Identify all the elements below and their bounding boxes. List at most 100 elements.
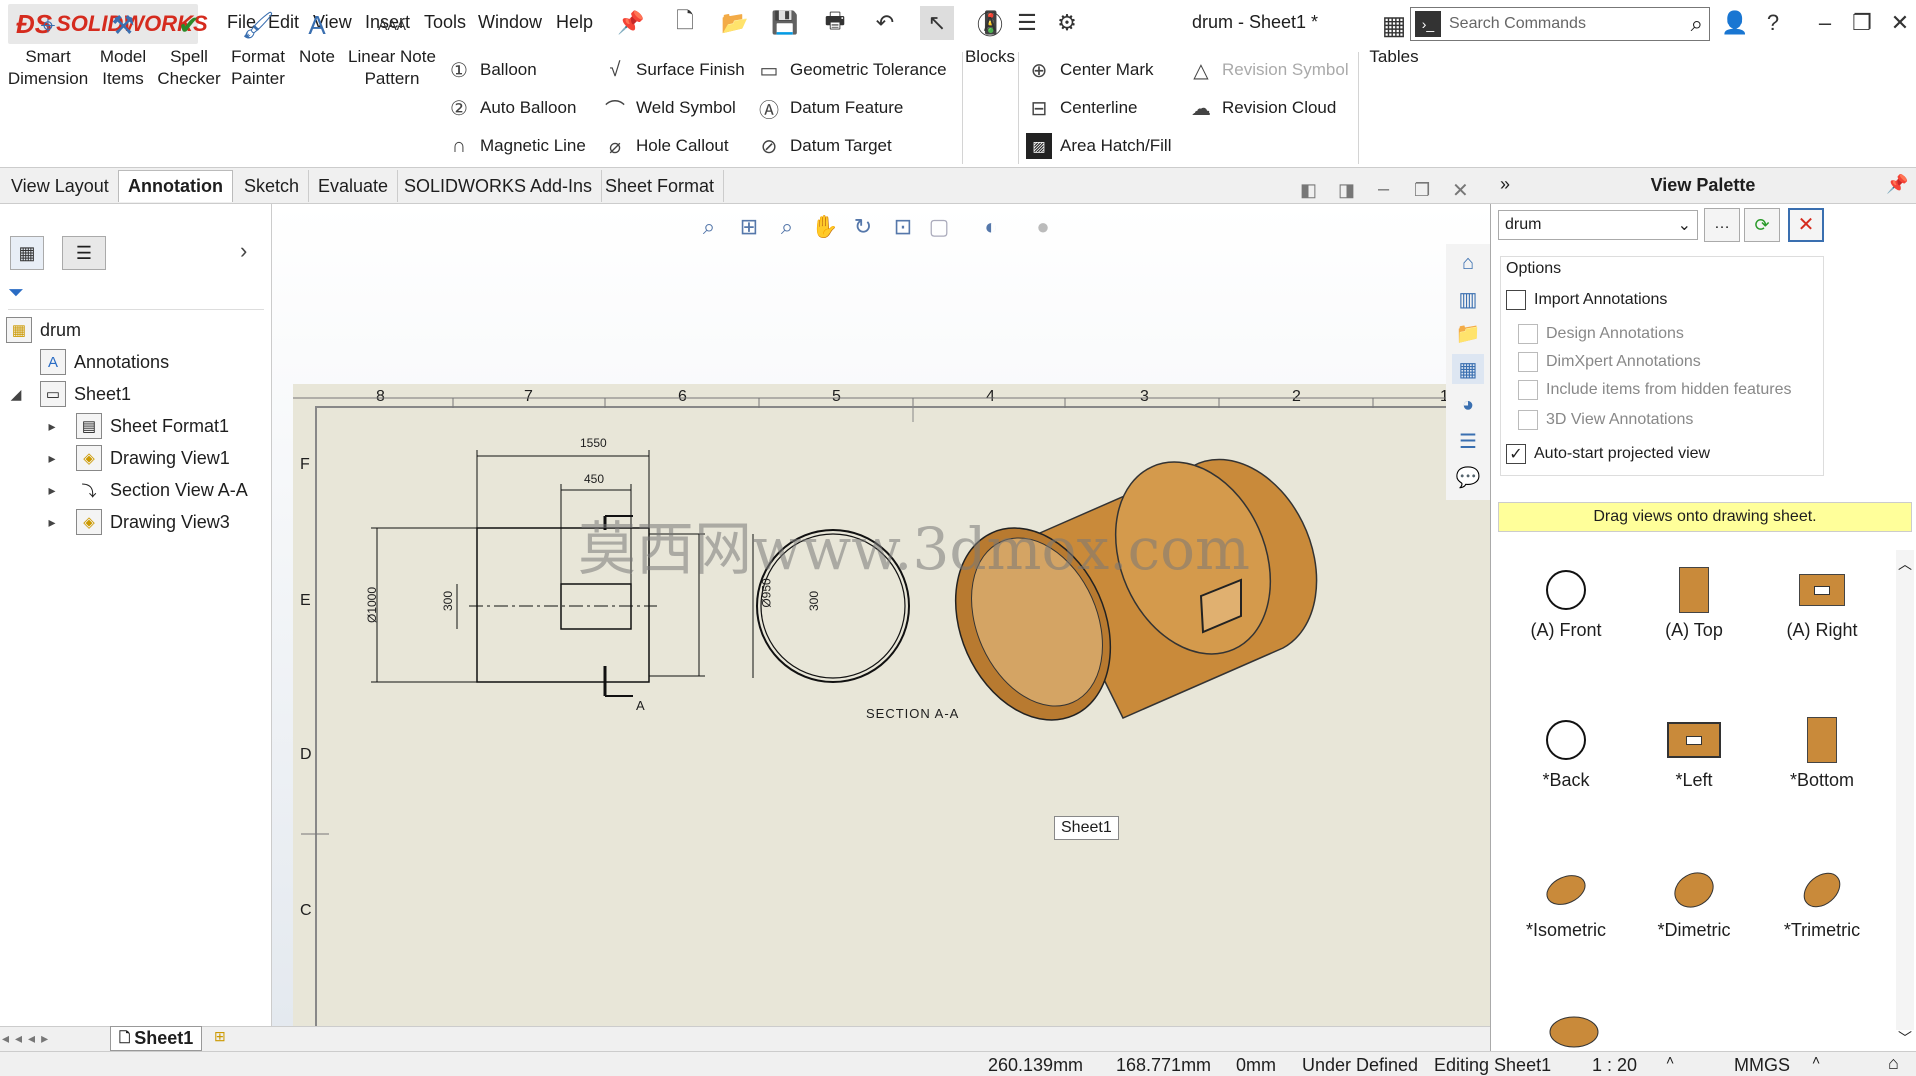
- pin-icon[interactable]: 📌: [614, 6, 648, 40]
- design-library-icon[interactable]: ▥: [1452, 284, 1484, 314]
- expand-arrow-icon[interactable]: ▸: [42, 482, 62, 499]
- dim-300-section[interactable]: 300: [807, 591, 821, 611]
- chevron-right-icon[interactable]: ›: [240, 238, 247, 264]
- spell-checker-button[interactable]: ✔ Spell Checker: [156, 8, 222, 118]
- palette-view-right[interactable]: (A) Right: [1762, 560, 1882, 641]
- search-commands[interactable]: ›_ Search Commands ⌕: [1410, 7, 1710, 41]
- tree-item-drawing-view1[interactable]: ▸ ◈ Drawing View1: [42, 442, 230, 474]
- palette-scrollbar[interactable]: [1896, 550, 1914, 1030]
- file-properties-icon[interactable]: ☰: [1010, 6, 1044, 40]
- palette-view-front[interactable]: (A) Front: [1506, 560, 1626, 641]
- display-style-icon[interactable]: ▢: [924, 212, 954, 242]
- tree-item-section-view[interactable]: ▸ ⤵ Section View A-A: [42, 474, 247, 506]
- section-arrow-label[interactable]: A: [636, 698, 645, 713]
- center-mark-button[interactable]: ⊕ Center Mark: [1026, 55, 1154, 85]
- close-icon[interactable]: ✕: [1885, 8, 1915, 38]
- pan-icon[interactable]: ✋: [810, 212, 840, 242]
- rotate-icon[interactable]: ↻: [848, 212, 878, 242]
- datum-feature-button[interactable]: Ⓐ Datum Feature: [756, 93, 903, 123]
- palette-view-left[interactable]: *Left: [1634, 710, 1754, 791]
- doc-close-icon[interactable]: ✕: [1452, 178, 1469, 203]
- forum-icon[interactable]: 💬: [1452, 462, 1484, 492]
- custom-properties-icon[interactable]: ☰: [1452, 426, 1484, 456]
- browse-button[interactable]: …: [1704, 208, 1740, 242]
- open-icon[interactable]: 📂: [718, 6, 752, 40]
- centerline-button[interactable]: ⊟ Centerline: [1026, 93, 1138, 123]
- tile-right-icon[interactable]: ◨: [1338, 180, 1355, 201]
- expand-arrow-icon[interactable]: ▸: [42, 514, 62, 531]
- auto-start-checkbox[interactable]: ✓ Auto-start projected view: [1506, 444, 1710, 464]
- minimize-icon[interactable]: –: [1810, 8, 1840, 38]
- collapse-arrow-icon[interactable]: ◢: [6, 386, 26, 403]
- area-hatch-button[interactable]: ▨ Area Hatch/Fill: [1026, 131, 1171, 161]
- print-icon[interactable]: 🖶: [818, 6, 852, 40]
- geometric-tolerance-button[interactable]: ▭ Geometric Tolerance: [756, 55, 947, 85]
- view-palette-icon[interactable]: ▦: [1452, 354, 1484, 384]
- datum-target-button[interactable]: ⊘ Datum Target: [756, 131, 892, 161]
- file-explorer-icon[interactable]: 📁: [1452, 318, 1484, 348]
- home-icon[interactable]: ⌂: [1452, 248, 1484, 278]
- linear-note-pattern-button[interactable]: AAA Linear Note Pattern: [344, 8, 440, 118]
- magnetic-line-button[interactable]: ∩ Magnetic Line: [446, 131, 586, 161]
- sheet-nav-arrows-icon[interactable]: ◂◂◂▸: [2, 1030, 54, 1047]
- dim-300[interactable]: 300: [441, 591, 455, 611]
- help-icon[interactable]: ?: [1758, 8, 1788, 38]
- palette-view-dimetric[interactable]: *Dimetric: [1634, 860, 1754, 941]
- property-manager-tab-icon[interactable]: ☰: [62, 236, 106, 270]
- hide-show-icon[interactable]: ◐: [976, 212, 1006, 242]
- pin-panel-icon[interactable]: 📌: [1886, 174, 1908, 195]
- tree-item-sheet1[interactable]: ◢ ▭ Sheet1: [6, 378, 131, 410]
- save-icon[interactable]: 💾: [768, 6, 802, 40]
- tile-left-icon[interactable]: ◧: [1300, 180, 1317, 201]
- collapse-double-chevron-icon[interactable]: »: [1500, 174, 1510, 195]
- palette-view-back[interactable]: *Back: [1506, 710, 1626, 791]
- weld-symbol-button[interactable]: ⌒ Weld Symbol: [602, 93, 736, 123]
- hole-callout-button[interactable]: ⌀ Hole Callout: [602, 131, 729, 161]
- appearances-icon[interactable]: ◕: [1452, 390, 1484, 420]
- balloon-button[interactable]: ① Balloon: [446, 55, 537, 85]
- new-document-icon[interactable]: 🗋: [668, 6, 702, 40]
- view-orientation-icon[interactable]: ⊡: [888, 212, 918, 242]
- user-icon[interactable]: 👤: [1720, 8, 1750, 38]
- menu-help[interactable]: Help: [556, 12, 593, 33]
- surface-finish-button[interactable]: √ Surface Finish: [602, 55, 745, 85]
- filter-icon[interactable]: ⏷: [8, 278, 264, 310]
- document-select[interactable]: drum ⌄: [1498, 210, 1698, 240]
- tab-annotation[interactable]: Annotation: [118, 170, 233, 202]
- tree-item-drawing-view3[interactable]: ▸ ◈ Drawing View3: [42, 506, 230, 538]
- status-scale[interactable]: 1 : 20: [1592, 1055, 1637, 1076]
- caret-up-icon[interactable]: ˄: [1666, 1052, 1674, 1068]
- doc-restore-icon[interactable]: ❐: [1414, 180, 1430, 201]
- revision-cloud-button[interactable]: ☁ Revision Cloud: [1188, 93, 1336, 123]
- palette-view-extra[interactable]: [1546, 1010, 1602, 1055]
- add-sheet-icon[interactable]: ⊞: [214, 1028, 226, 1045]
- appearance-icon[interactable]: ●: [1028, 212, 1058, 242]
- zoom-to-area-icon[interactable]: ⊞: [734, 212, 764, 242]
- options-gear-icon[interactable]: ⚙: [1050, 6, 1084, 40]
- previous-view-icon[interactable]: ⌕: [772, 212, 802, 242]
- refresh-icon[interactable]: ⟳: [1744, 208, 1780, 242]
- palette-view-bottom[interactable]: *Bottom: [1762, 710, 1882, 791]
- section-title[interactable]: SECTION A-A: [866, 706, 959, 721]
- tab-sheet-format[interactable]: Sheet Format: [596, 170, 725, 202]
- smart-dimension-button[interactable]: ⌖ Smart Dimension: [6, 8, 90, 118]
- dim-1000[interactable]: Ø1000: [365, 587, 379, 623]
- undo-icon[interactable]: ↶: [868, 6, 902, 40]
- select-icon[interactable]: ↖: [920, 6, 954, 40]
- menu-window[interactable]: Window: [478, 12, 542, 33]
- expand-arrow-icon[interactable]: ▸: [42, 450, 62, 467]
- sheet-tab-sheet1[interactable]: 🗋 Sheet1: [110, 1026, 203, 1051]
- tab-view-layout[interactable]: View Layout: [2, 170, 119, 202]
- dim-1550[interactable]: 1550: [580, 436, 607, 450]
- zoom-to-fit-icon[interactable]: ⌕: [694, 212, 724, 242]
- tables-button[interactable]: ▦ Tables: [1366, 8, 1422, 118]
- status-units[interactable]: MMGS: [1734, 1055, 1790, 1076]
- blocks-button[interactable]: Ⓐ Blocks: [965, 8, 1015, 118]
- caret-up-icon[interactable]: ˄: [1812, 1052, 1820, 1068]
- tab-sketch[interactable]: Sketch: [235, 170, 310, 202]
- model-items-button[interactable]: ⚒ Model Items: [96, 8, 150, 118]
- scroll-down-icon[interactable]: ﹀: [1898, 1028, 1912, 1048]
- palette-view-isometric[interactable]: *Isometric: [1506, 860, 1626, 941]
- tab-evaluate[interactable]: Evaluate: [309, 170, 399, 202]
- palette-view-top[interactable]: (A) Top: [1634, 560, 1754, 641]
